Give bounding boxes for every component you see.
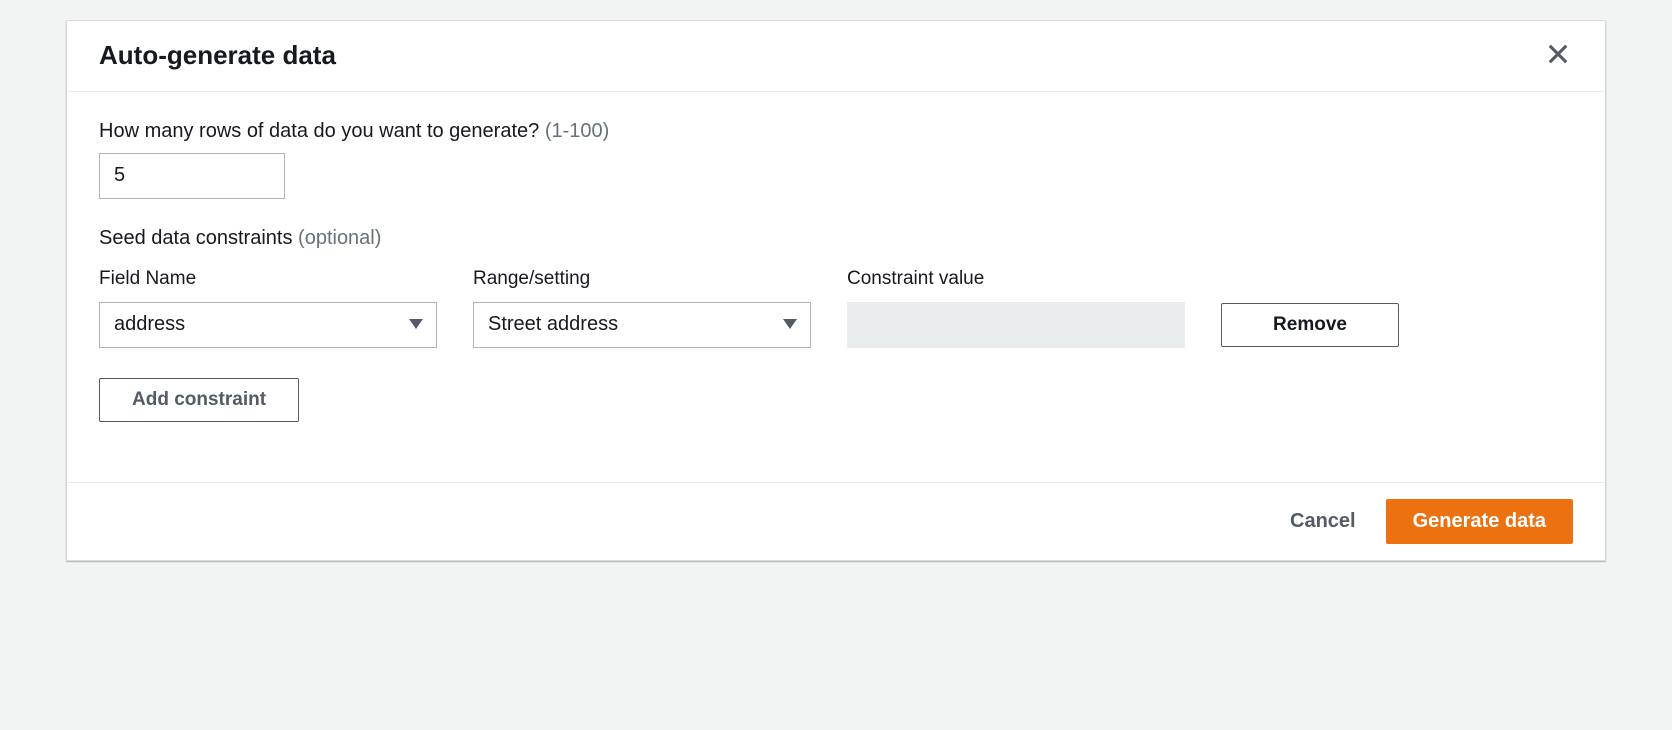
cancel-button[interactable]: Cancel	[1276, 499, 1370, 544]
rows-section: How many rows of data do you want to gen…	[99, 120, 1573, 199]
auto-generate-modal: Auto-generate data How many rows of data…	[66, 20, 1606, 561]
field-name-select-wrap: address	[99, 302, 437, 348]
field-name-select[interactable]: address	[99, 302, 437, 348]
constraint-columns: Field Name Range/setting Constraint valu…	[99, 268, 1573, 290]
modal-header: Auto-generate data	[67, 21, 1605, 92]
add-constraint-button[interactable]: Add constraint	[99, 378, 299, 422]
modal-title: Auto-generate data	[99, 39, 336, 73]
remove-button[interactable]: Remove	[1221, 303, 1399, 347]
modal-footer: Cancel Generate data	[67, 482, 1605, 560]
rows-label: How many rows of data do you want to gen…	[99, 120, 539, 142]
close-icon	[1547, 43, 1569, 68]
constraint-value-input	[847, 302, 1185, 348]
rows-label-row: How many rows of data do you want to gen…	[99, 120, 1573, 143]
seed-hint: (optional)	[298, 227, 381, 249]
modal-body: How many rows of data do you want to gen…	[67, 92, 1605, 482]
constraint-row: address Street address Remove	[99, 302, 1573, 348]
seed-section: Seed data constraints (optional) Field N…	[99, 227, 1573, 422]
generate-data-button[interactable]: Generate data	[1386, 499, 1573, 544]
col-constraint-value: Constraint value	[847, 268, 1185, 290]
seed-label-row: Seed data constraints (optional)	[99, 227, 1573, 250]
range-setting-select[interactable]: Street address	[473, 302, 811, 348]
rows-input[interactable]	[99, 153, 285, 199]
rows-hint: (1-100)	[545, 120, 609, 142]
col-range-setting: Range/setting	[473, 268, 811, 290]
range-setting-select-wrap: Street address	[473, 302, 811, 348]
seed-label: Seed data constraints	[99, 227, 292, 249]
range-setting-value: Street address	[488, 313, 618, 335]
field-name-value: address	[114, 313, 185, 335]
close-button[interactable]	[1543, 39, 1573, 72]
col-field-name: Field Name	[99, 268, 437, 290]
